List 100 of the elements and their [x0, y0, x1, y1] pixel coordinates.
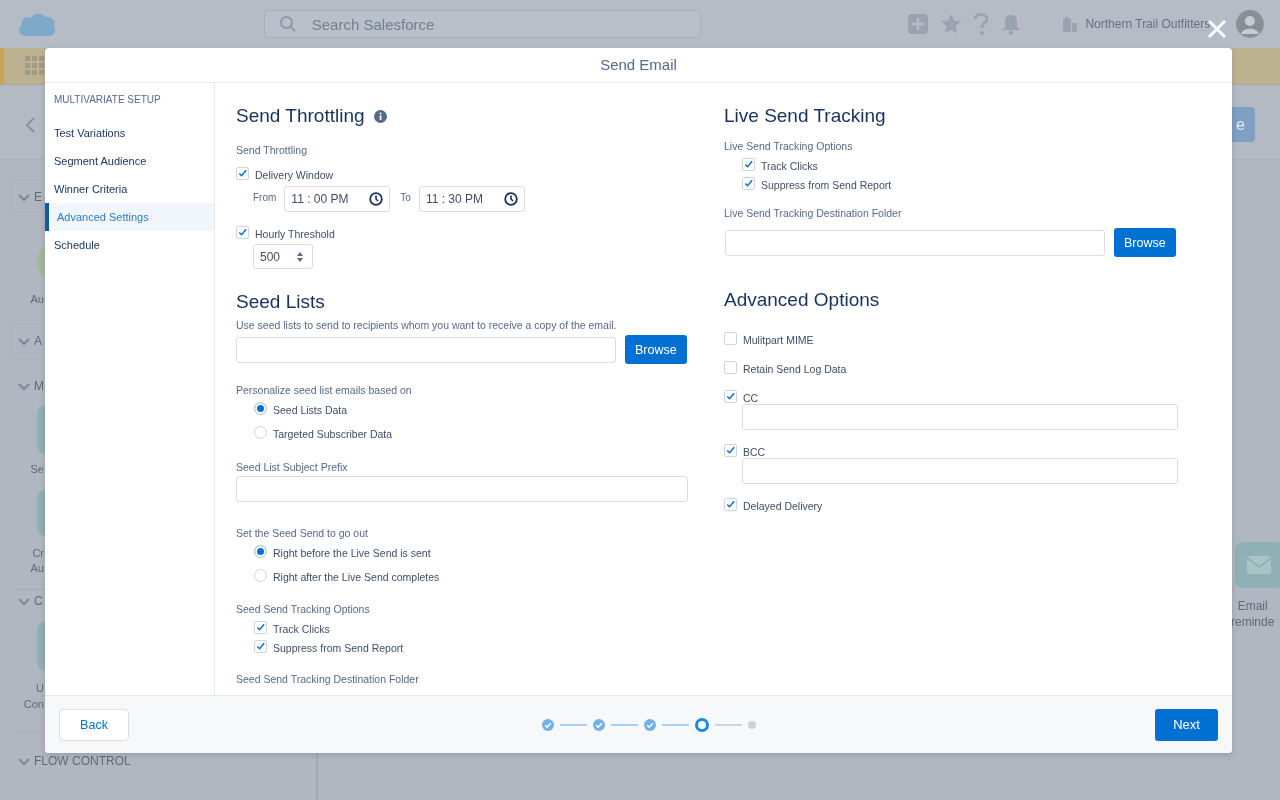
- browse-button[interactable]: Browse: [625, 335, 687, 364]
- radio-label: Seed Lists Data: [273, 403, 348, 416]
- building-icon: [1062, 16, 1079, 32]
- back-button[interactable]: Back: [59, 708, 129, 741]
- modal-title: Send Email: [45, 48, 1232, 83]
- progress-line: [715, 724, 742, 726]
- time-field[interactable]: 11 : 00 PM: [284, 186, 391, 212]
- bell-icon[interactable]: [1000, 13, 1023, 35]
- description-text: Use seed lists to send to recipients whom you want to receive a copy of the email.: [236, 318, 618, 333]
- browse-button[interactable]: Browse: [1114, 228, 1176, 257]
- checkbox[interactable]: [254, 620, 267, 634]
- radio-label: Targeted Subscriber Data: [273, 427, 393, 440]
- section-label: C: [34, 594, 43, 608]
- checkbox[interactable]: [254, 639, 267, 653]
- section-heading: Advanced Options: [724, 289, 880, 311]
- input-field[interactable]: [742, 458, 1178, 484]
- search-icon: [278, 15, 297, 33]
- radio-label: Right after the Live Send completes: [273, 570, 440, 583]
- field-label: Live Send Tracking Options: [724, 139, 854, 154]
- checkbox[interactable]: [724, 497, 737, 511]
- input-field[interactable]: [742, 404, 1178, 430]
- checkbox[interactable]: [724, 331, 737, 345]
- field-label: Personalize seed list emails based on: [236, 383, 413, 398]
- upcoming-step-icon[interactable]: [748, 721, 756, 729]
- field-label: From: [253, 191, 277, 203]
- completed-step-icon[interactable]: [593, 719, 605, 731]
- checkbox[interactable]: [724, 360, 737, 374]
- chevron-icon[interactable]: [17, 335, 31, 347]
- chevron-icon[interactable]: [17, 755, 31, 767]
- section-label: FLOW CONTROL: [34, 754, 131, 768]
- avatar-icon[interactable]: [1236, 10, 1264, 38]
- sidebar-item[interactable]: Schedule: [45, 231, 214, 259]
- checkbox-label: BCC: [743, 445, 766, 458]
- envelope-icon: [1246, 555, 1272, 575]
- tile-label: Email reminde: [1231, 598, 1275, 630]
- checkbox-label: Mulitpart MIME: [743, 333, 814, 346]
- current-step-icon[interactable]: [695, 718, 709, 732]
- section-heading: Send Throttling: [236, 105, 365, 127]
- stepper-arrows-icon: [296, 250, 304, 263]
- help-icon[interactable]: [973, 12, 990, 36]
- chevron-icon[interactable]: [17, 380, 31, 392]
- radio-label: Right before the Live Send is sent: [273, 546, 431, 559]
- section-heading: Seed Lists: [236, 291, 325, 313]
- radio-button[interactable]: [254, 544, 267, 558]
- add-icon[interactable]: [907, 13, 930, 35]
- checkbox[interactable]: [742, 157, 755, 171]
- checkbox-label: Hourly Threshold: [255, 227, 335, 240]
- checkbox[interactable]: [724, 389, 737, 403]
- number-select[interactable]: 500: [253, 244, 313, 269]
- checkbox[interactable]: [236, 225, 249, 239]
- back-chevron-icon[interactable]: [24, 116, 36, 134]
- tile-label: U Con: [22, 681, 44, 712]
- checkbox-label: Delivery Window: [255, 168, 334, 181]
- radio-button[interactable]: [254, 568, 267, 582]
- chevron-icon[interactable]: [17, 595, 31, 607]
- section-label: E: [34, 189, 42, 204]
- app-launcher-icon[interactable]: [25, 56, 45, 76]
- field-label: Send Throttling: [236, 143, 309, 158]
- next-button[interactable]: Next: [1155, 708, 1218, 741]
- section-label: A: [34, 334, 42, 348]
- clock-icon: [503, 192, 518, 206]
- activity-tile[interactable]: [1235, 542, 1280, 588]
- tile-label: Se: [29, 462, 44, 477]
- tile-label: Au: [29, 292, 44, 307]
- progress-line: [662, 724, 689, 726]
- time-field[interactable]: 11 : 30 PM: [418, 186, 525, 212]
- checkbox-label: Delayed Delivery: [743, 499, 823, 512]
- progress-line: [560, 724, 587, 726]
- field-label: Seed Send Tracking Destination Folder: [236, 672, 420, 687]
- section-heading: Live Send Tracking: [724, 105, 886, 127]
- progress-line: [611, 724, 638, 726]
- field-label: Seed Send Tracking Options: [236, 602, 371, 617]
- sidebar-item[interactable]: Winner Criteria: [45, 175, 214, 203]
- input-field[interactable]: [725, 230, 1105, 256]
- sidebar-item[interactable]: Segment Audience: [45, 147, 214, 175]
- checkbox[interactable]: [724, 443, 737, 457]
- tile-label: Cr Au: [29, 546, 44, 576]
- section-label: M: [34, 379, 44, 393]
- completed-step-icon[interactable]: [644, 719, 656, 731]
- checkbox-label: Suppress from Send Report: [273, 641, 404, 654]
- checkbox[interactable]: [742, 176, 755, 190]
- star-icon[interactable]: [940, 13, 963, 35]
- field-label: Set the Seed Send to go out: [236, 526, 369, 541]
- sidebar-item[interactable]: Test Variations: [45, 119, 214, 147]
- clock-icon: [369, 192, 384, 206]
- radio-button[interactable]: [254, 401, 267, 415]
- checkbox-label: Suppress from Send Report: [761, 178, 892, 191]
- field-label: To: [400, 191, 411, 203]
- sidebar-heading: MULTIVARIATE SETUP: [53, 93, 162, 107]
- field-label: Live Send Tracking Destination Folder: [724, 206, 903, 221]
- checkbox-label: CC: [743, 391, 759, 404]
- checkbox[interactable]: [236, 166, 249, 180]
- input-field[interactable]: [236, 476, 688, 502]
- info-icon[interactable]: [373, 109, 387, 123]
- field-label: Seed List Subject Prefix: [236, 460, 349, 475]
- completed-step-icon[interactable]: [542, 719, 554, 731]
- sidebar-item[interactable]: Advanced Settings: [45, 203, 214, 231]
- checkbox-label: Track Clicks: [273, 622, 330, 635]
- radio-button[interactable]: [254, 425, 267, 439]
- input-field[interactable]: [236, 337, 616, 363]
